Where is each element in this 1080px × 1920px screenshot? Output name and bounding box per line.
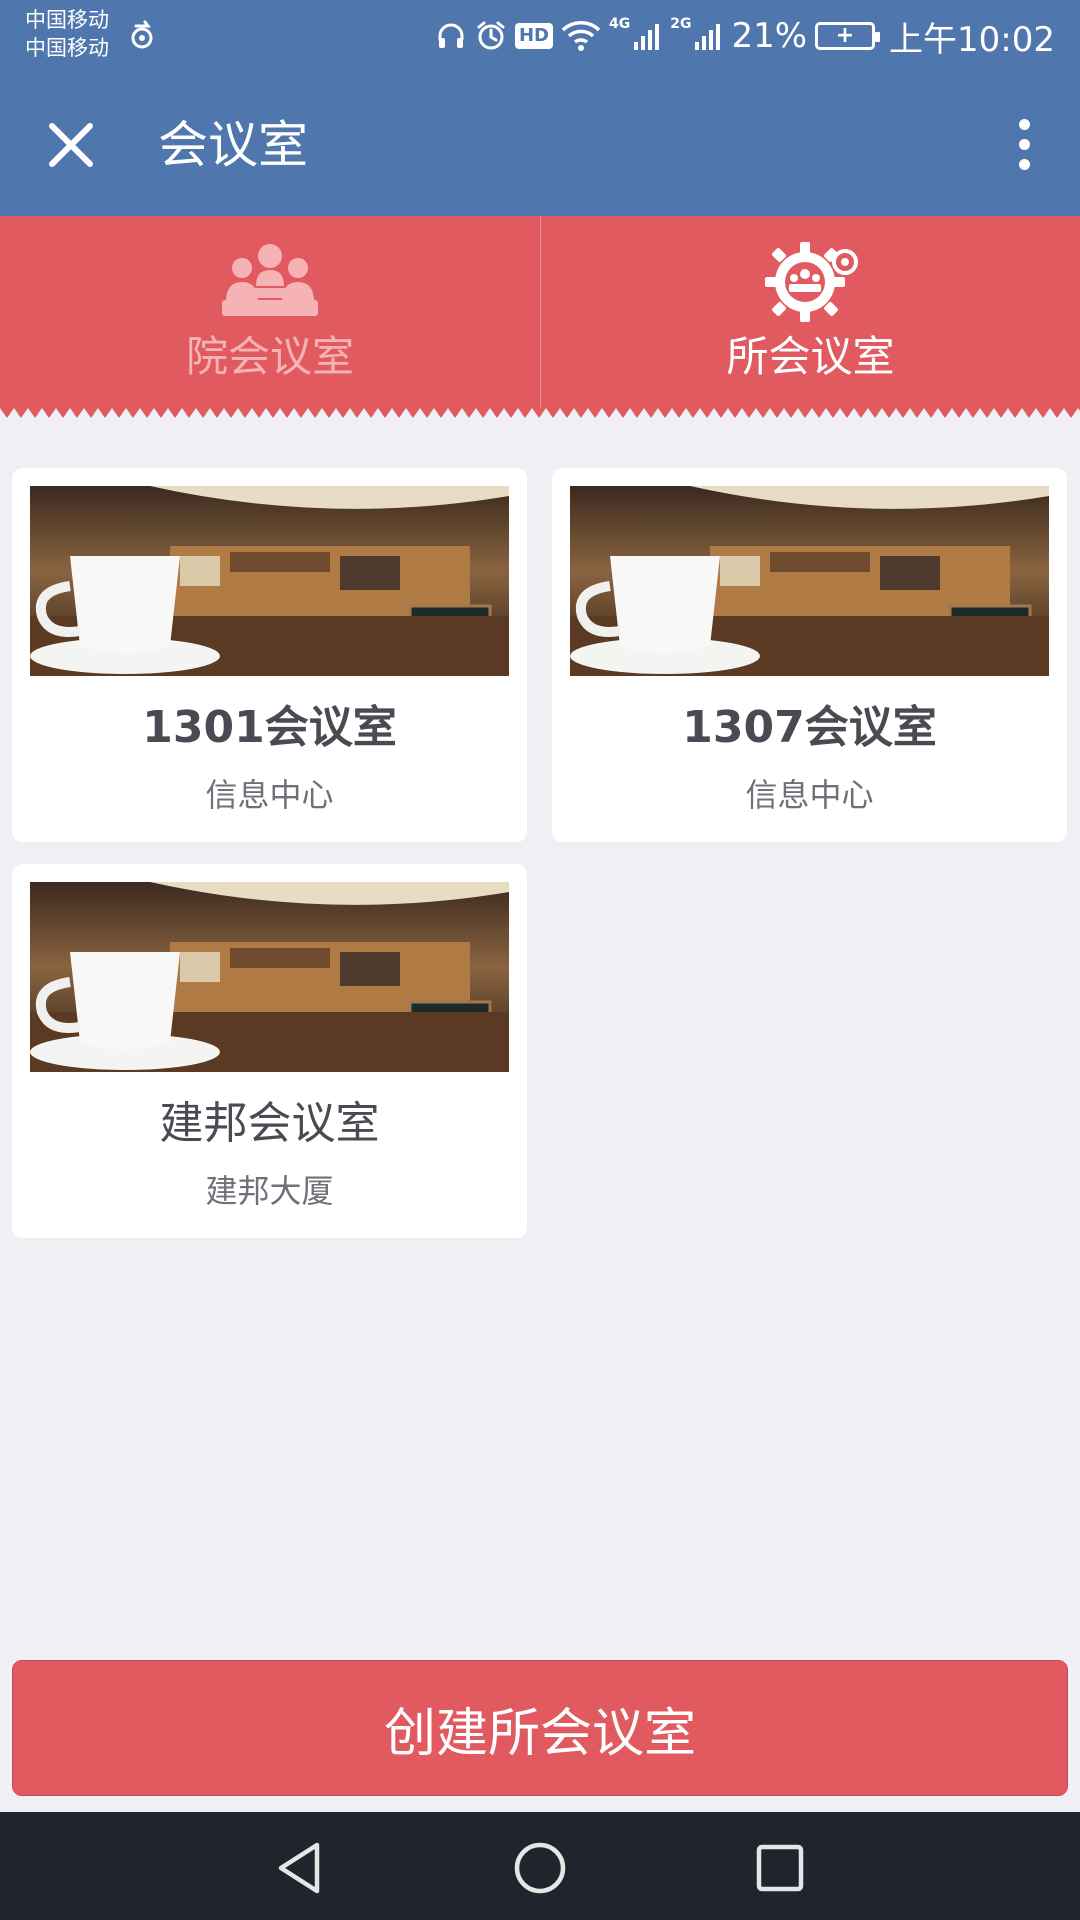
signal-2-label: 2G (670, 16, 692, 32)
close-icon (49, 123, 93, 167)
room-name: 1307会议室 (682, 702, 937, 753)
create-room-button[interactable]: 创建所会议室 (12, 1660, 1068, 1796)
app-bar: 会议室 (0, 72, 1080, 216)
back-icon (278, 1842, 320, 1894)
signal-icon (695, 24, 721, 50)
battery-icon: + (815, 22, 881, 50)
meeting-group-icon (220, 240, 320, 324)
carrier-info: 中国移动 中国移动 (25, 6, 109, 62)
back-button[interactable] (270, 1838, 330, 1898)
tab-bar: 院会议室 所会议室 (0, 216, 1080, 422)
system-nav-bar (0, 1812, 1080, 1920)
home-button[interactable] (510, 1838, 570, 1898)
recents-button[interactable] (750, 1838, 810, 1898)
close-button[interactable] (36, 110, 106, 180)
zigzag-divider (0, 408, 1080, 422)
tab-label: 所会议室 (726, 332, 895, 381)
room-location: 信息中心 (745, 776, 874, 814)
carrier-2: 中国移动 (25, 36, 109, 60)
carrier-1: 中国移动 (25, 8, 109, 32)
page-title: 会议室 (158, 116, 308, 174)
room-name: 建邦会议室 (159, 1098, 380, 1149)
room-thumbnail (30, 486, 509, 676)
alarm-icon (477, 21, 505, 50)
home-icon (514, 1842, 566, 1894)
signal-1-label: 4G (608, 16, 631, 32)
room-name: 1301会议室 (142, 702, 397, 753)
room-thumbnail (570, 486, 1049, 676)
wifi-icon (561, 21, 601, 51)
meeting-gear-icon (761, 240, 861, 324)
status-icons: HD 4G 2G 21% + 上午10:02 (435, 14, 1055, 60)
headset-icon (438, 23, 464, 48)
tab-office-rooms[interactable]: 所会议室 (540, 216, 1080, 412)
room-thumbnail (30, 882, 509, 1072)
room-location: 建邦大厦 (205, 1172, 334, 1210)
room-card[interactable]: 建邦会议室 建邦大厦 (12, 864, 527, 1238)
sync-icon (131, 20, 153, 49)
more-button[interactable] (992, 106, 1056, 182)
room-location: 信息中心 (205, 776, 334, 814)
room-card[interactable]: 1301会议室 信息中心 (12, 468, 527, 842)
status-bar: 中国移动 中国移动 HD 4G 2G 21% + 上午10:02 (0, 0, 1080, 72)
tab-label: 院会议室 (185, 332, 354, 381)
recents-icon (756, 1844, 804, 1892)
clock: 上午10:02 (889, 19, 1055, 60)
battery-percent: 21% (731, 16, 808, 56)
hd-icon: HD (514, 23, 553, 49)
tab-institute-rooms[interactable]: 院会议室 (0, 216, 540, 412)
more-vertical-icon (1018, 118, 1030, 130)
signal-icon (634, 24, 660, 50)
room-card[interactable]: 1307会议室 信息中心 (552, 468, 1067, 842)
